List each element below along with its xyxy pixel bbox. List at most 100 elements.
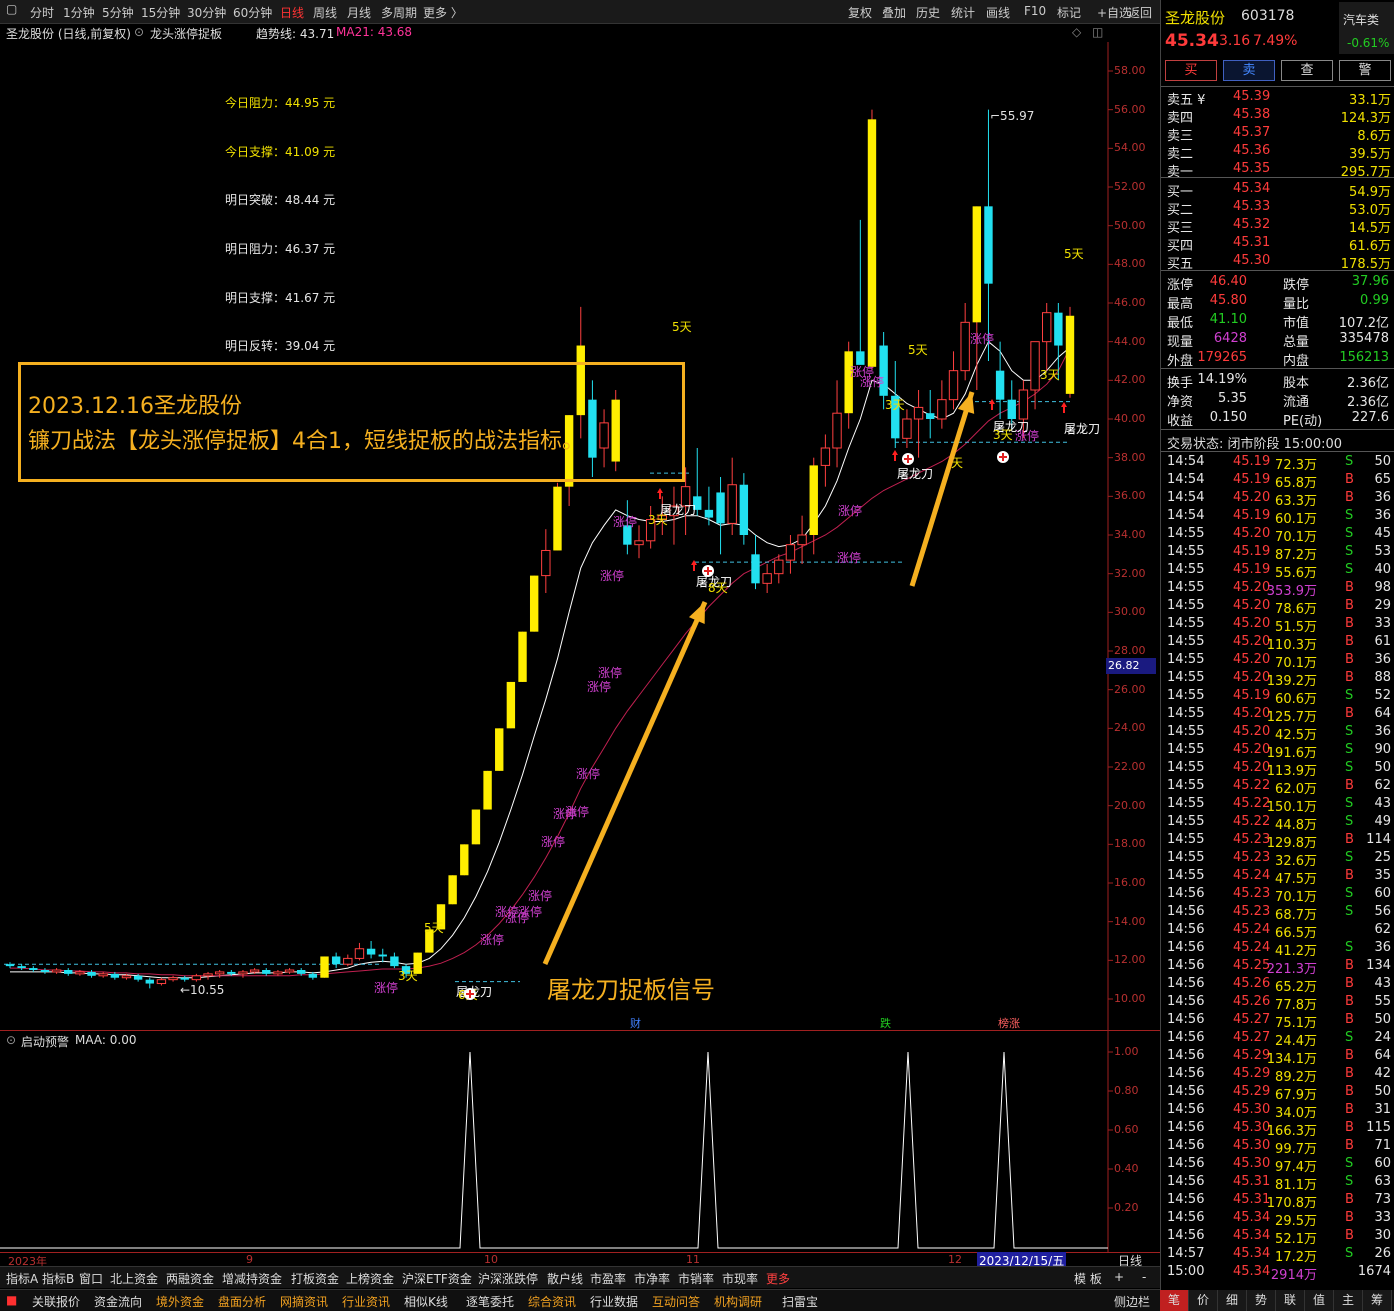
sector-box[interactable]: 汽车类 -0.61% <box>1339 2 1394 54</box>
indicator-tab[interactable]: 窗口 <box>79 1270 103 1287</box>
right-tab[interactable]: 主 <box>1334 1290 1363 1311</box>
toolbar-button[interactable]: 返回 <box>1128 4 1152 21</box>
query-button[interactable]: 查 <box>1281 60 1333 81</box>
period-tab[interactable]: 多周期 <box>381 4 417 21</box>
toolbar-button[interactable]: F10 <box>1024 4 1046 18</box>
indicator-tab[interactable]: 市现率 <box>722 1270 758 1287</box>
period-tab[interactable]: 月线 <box>347 4 371 21</box>
candle-body <box>17 966 26 969</box>
indicator-tab[interactable]: 沪深涨跌停 <box>478 1270 538 1287</box>
stock-label: 圣龙股份 (日线,前复权) <box>6 27 131 41</box>
right-tab[interactable]: 筹 <box>1363 1290 1392 1311</box>
indicator-chart[interactable] <box>0 1030 1160 1252</box>
day-label: 8天 <box>708 581 728 595</box>
panel-button[interactable]: 模 板 <box>1074 1270 1102 1287</box>
candle-body <box>913 406 924 420</box>
alert-button[interactable]: 警 <box>1339 60 1391 81</box>
feature-tab[interactable]: 逐笔委托 <box>466 1293 514 1310</box>
level-price: 45.30 <box>1233 253 1271 268</box>
feature-tab[interactable]: 扫雷宝 <box>782 1293 818 1310</box>
period-tab[interactable]: 周线 <box>313 4 337 21</box>
feature-tab[interactable]: 网摘资讯 <box>280 1293 328 1310</box>
stop-icon[interactable]: ■ <box>6 1293 17 1307</box>
indicator-tab[interactable]: 市销率 <box>678 1270 714 1287</box>
indicator-tab[interactable]: 打板资金 <box>291 1270 339 1287</box>
stat-value: 6428 <box>1213 331 1247 346</box>
indicator-tab[interactable]: 指标A <box>6 1270 38 1287</box>
period-tab[interactable]: 15分钟 <box>141 4 180 21</box>
feature-tab[interactable]: 盘面分析 <box>218 1293 266 1310</box>
toolbar-button[interactable]: 叠加 <box>882 4 906 21</box>
right-tab[interactable]: 势 <box>1247 1290 1276 1311</box>
period-tab[interactable]: 5分钟 <box>102 4 134 21</box>
toolbar-button[interactable]: 标记 <box>1057 4 1081 21</box>
indicator-tab[interactable]: 指标B <box>42 1270 74 1287</box>
indicator-tab[interactable]: 北上资金 <box>110 1270 158 1287</box>
period-tab[interactable]: 30分钟 <box>187 4 226 21</box>
feature-tab[interactable]: 行业资讯 <box>342 1293 390 1310</box>
panel-button[interactable]: - <box>1142 1270 1146 1284</box>
indicator-name[interactable]: 龙头涨停捉板 <box>150 25 222 42</box>
feature-tab[interactable]: 境外资金 <box>156 1293 204 1310</box>
tick-price: 45.31 <box>1233 1192 1271 1207</box>
indicator-tab[interactable]: 增减持资金 <box>222 1270 282 1287</box>
tick-price: 45.20 <box>1233 652 1271 667</box>
candle-body <box>238 971 248 975</box>
toolbar-button[interactable]: +自选 <box>1097 4 1131 21</box>
zt-label: 涨停 <box>518 904 542 919</box>
period-tab[interactable]: 日线 <box>280 4 304 21</box>
feature-tab[interactable]: 相似K线 <box>404 1293 448 1310</box>
feature-tab[interactable]: 资金流向 <box>94 1293 142 1310</box>
tick-row: 14:56 45.23 70.1万 S 60 <box>1161 885 1394 905</box>
indicator-tab[interactable]: 市盈率 <box>590 1270 626 1287</box>
toolbar-button[interactable]: 复权 <box>848 4 872 21</box>
indicator-tab[interactable]: 散户线 <box>547 1270 583 1287</box>
sell-button[interactable]: 卖 <box>1223 60 1275 81</box>
tick-price: 45.34 <box>1233 1264 1271 1279</box>
feature-tab[interactable]: 关联报价 <box>32 1293 80 1310</box>
toolbar-button[interactable]: 画线 <box>986 4 1010 21</box>
tick-side: B <box>1345 1084 1354 1099</box>
tick-side: S <box>1345 1246 1354 1261</box>
tick-time: 14:55 <box>1167 706 1205 721</box>
kline-chart[interactable]: ⌐55.97←10.55 涨停涨停涨停涨停涨停涨停涨停涨停涨停涨停涨停涨停涨停涨停… <box>0 42 1160 1030</box>
sidebar-toggle[interactable]: 侧边栏 <box>1114 1293 1150 1310</box>
candle-body <box>844 351 853 414</box>
indicator-tab[interactable]: 上榜资金 <box>346 1270 394 1287</box>
level-price: 45.33 <box>1233 199 1271 214</box>
indicator-tab[interactable]: 两融资金 <box>166 1270 214 1287</box>
restore-icon[interactable]: ◫ <box>1092 25 1103 39</box>
trend-line-value: 趋势线: 43.71 <box>256 27 335 41</box>
right-tab[interactable]: 值 <box>1305 1290 1334 1311</box>
feature-tab[interactable]: 互动问答 <box>652 1293 700 1310</box>
period-tab[interactable]: 分时 <box>30 4 54 21</box>
annotation-title: 2023.12.16圣龙股份 <box>28 394 242 419</box>
stock-name: 圣龙股份 <box>1165 9 1226 27</box>
candle-body <box>191 975 202 981</box>
indicator-toggle-icon[interactable]: ⊙ <box>134 25 144 39</box>
period-tab[interactable]: 60分钟 <box>233 4 272 21</box>
indicator-tab[interactable]: 市净率 <box>634 1270 670 1287</box>
feature-tab[interactable]: 机构调研 <box>714 1293 762 1310</box>
buy-button[interactable]: 买 <box>1165 60 1217 81</box>
right-tab[interactable]: 笔 <box>1160 1290 1189 1311</box>
right-tab[interactable]: 细 <box>1218 1290 1247 1311</box>
feature-tab[interactable]: 综合资讯 <box>528 1293 576 1310</box>
indicator-tab[interactable]: 沪深ETF资金 <box>402 1270 472 1287</box>
period-tab[interactable]: 更多 〉 <box>423 4 463 21</box>
toolbar-button[interactable]: 历史 <box>916 4 940 21</box>
period-tab[interactable]: 1分钟 <box>63 4 95 21</box>
window-menu-icon[interactable]: ▢ <box>6 2 17 16</box>
tick-time: 14:55 <box>1167 688 1205 703</box>
right-tab[interactable]: 联 <box>1276 1290 1305 1311</box>
toolbar-button[interactable]: 统计 <box>951 4 975 21</box>
tick-count: 45 <box>1374 526 1391 541</box>
diamond-icon[interactable]: ◇ <box>1072 25 1081 39</box>
tick-count: 73 <box>1374 1192 1391 1207</box>
tick-side: S <box>1345 904 1354 919</box>
panel-button[interactable]: + <box>1114 1270 1124 1284</box>
right-tab[interactable]: 价 <box>1189 1290 1218 1311</box>
feature-tab[interactable]: 行业数据 <box>590 1293 638 1310</box>
indicator-tab[interactable]: 更多 <box>766 1270 790 1287</box>
time-label: 12 <box>948 1253 962 1266</box>
